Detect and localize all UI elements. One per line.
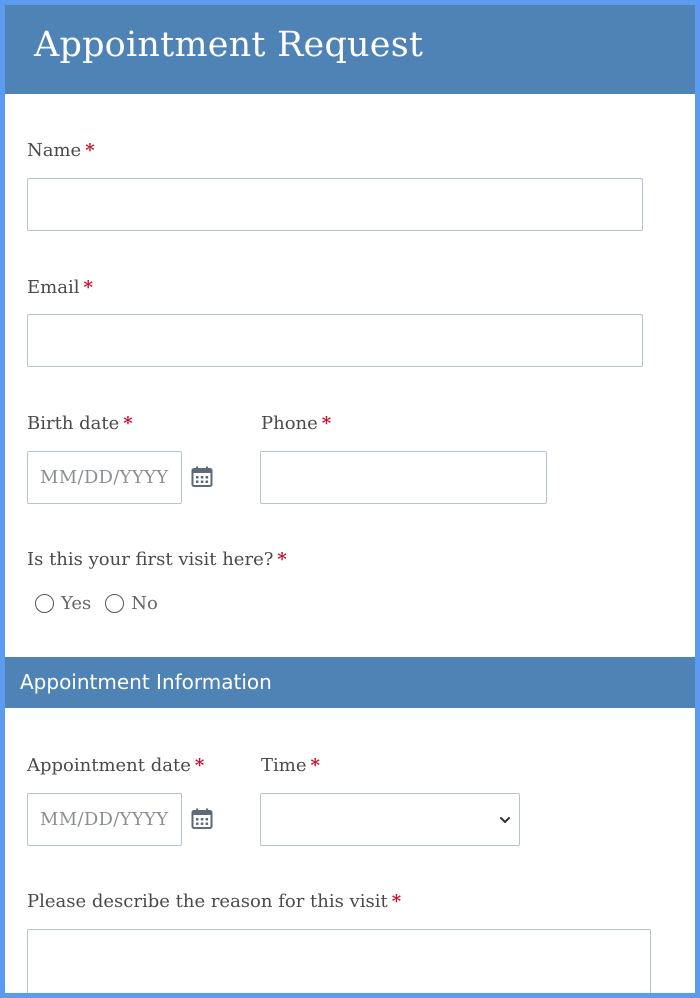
reason-label-text: Please describe the reason for this visi…: [27, 891, 388, 912]
time-label-text: Time: [261, 755, 307, 776]
appointment-date-input[interactable]: [27, 793, 182, 846]
phone-input[interactable]: [260, 451, 547, 504]
chevron-down-icon: [500, 817, 510, 823]
time-label: Time *: [261, 755, 320, 776]
form-title: Appointment Request: [34, 25, 424, 65]
email-label-text: Email: [27, 277, 80, 298]
form-header: Appointment Request: [5, 5, 695, 94]
form-frame: Appointment Request Name * Email * Birth d…: [0, 0, 700, 998]
appointment-date-label: Appointment date *: [27, 755, 204, 776]
time-select[interactable]: [260, 793, 520, 846]
section-title: Appointment Information: [20, 670, 272, 694]
required-mark: *: [123, 413, 133, 434]
section-header: Appointment Information: [5, 657, 695, 708]
required-mark: *: [277, 549, 287, 570]
required-mark: *: [194, 755, 205, 776]
name-label: Name *: [27, 140, 95, 161]
radio-label-yes: Yes: [61, 593, 92, 614]
required-mark: *: [391, 891, 402, 912]
first-visit-radio-group: Yes No: [35, 593, 172, 614]
birth-date-label-text: Birth date: [27, 413, 120, 434]
reason-textarea[interactable]: [27, 929, 651, 993]
calendar-icon[interactable]: [191, 808, 213, 830]
first-visit-label: Is this your first visit here? *: [27, 549, 287, 570]
required-mark: *: [310, 755, 320, 776]
radio-label-no: No: [131, 593, 158, 614]
radio-button[interactable]: [105, 594, 125, 613]
email-label: Email *: [27, 277, 93, 298]
birth-date-input[interactable]: [27, 451, 182, 504]
radio-option-no[interactable]: No: [105, 593, 158, 614]
required-mark: *: [85, 140, 95, 161]
required-mark: *: [83, 277, 93, 298]
reason-label: Please describe the reason for this visi…: [27, 891, 401, 912]
name-label-text: Name: [27, 140, 82, 161]
required-mark: *: [321, 413, 332, 434]
calendar-icon[interactable]: [191, 466, 213, 488]
appointment-date-label-text: Appointment date: [27, 755, 191, 776]
phone-label: Phone *: [261, 413, 331, 434]
phone-label-text: Phone: [261, 413, 318, 434]
radio-option-yes[interactable]: Yes: [35, 593, 91, 614]
radio-button[interactable]: [35, 594, 54, 613]
name-input[interactable]: [27, 178, 643, 231]
birth-date-label: Birth date *: [27, 413, 133, 434]
email-input[interactable]: [27, 314, 643, 367]
first-visit-label-text: Is this your first visit here?: [27, 549, 274, 570]
